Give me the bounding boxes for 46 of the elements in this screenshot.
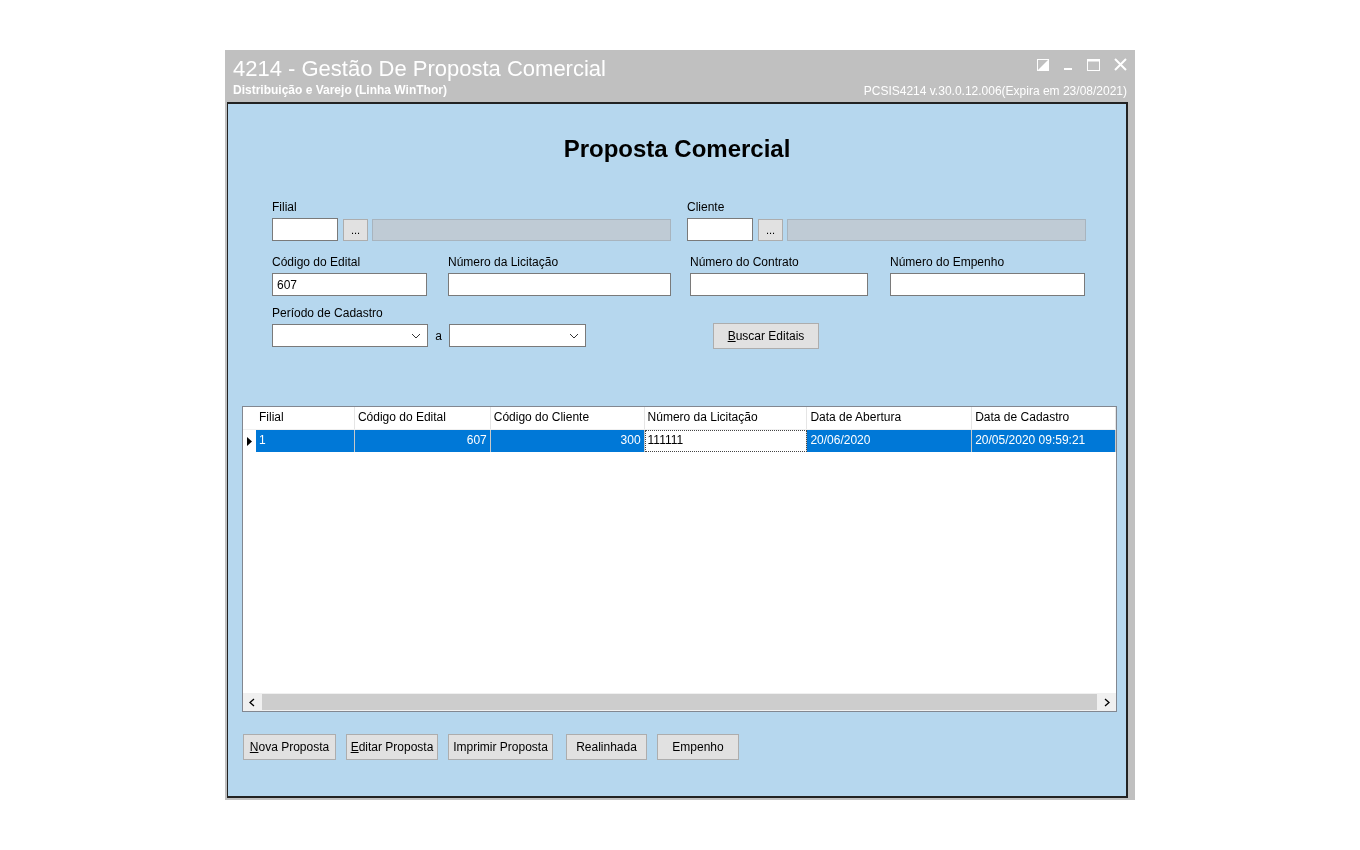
input-field[interactable]: 607: [272, 273, 427, 296]
lookup-button[interactable]: ...: [758, 218, 783, 241]
field-label: Filial: [272, 200, 298, 216]
table-cell: 20/06/2020: [807, 430, 973, 452]
column-header[interactable]: Data de Abertura: [807, 407, 973, 429]
column-header[interactable]: Data de Cadastro: [972, 407, 1116, 429]
action-button[interactable]: Realinhada: [566, 734, 647, 760]
code-input-field[interactable]: [272, 218, 338, 241]
date-dropdown[interactable]: [272, 324, 428, 347]
range-separator: a: [434, 328, 443, 343]
input-field[interactable]: [690, 273, 868, 296]
field-label: Cliente: [687, 200, 726, 216]
field-label: Número do Empenho: [890, 255, 1006, 271]
column-header[interactable]: Código do Edital: [354, 407, 491, 429]
action-button[interactable]: Editar Proposta: [346, 734, 438, 760]
table-cell: 20/05/2020 09:59:21: [972, 430, 1116, 452]
field-label: Número da Licitação: [448, 255, 560, 271]
scroll-left-icon[interactable]: [249, 697, 255, 707]
window-title: 4214 - Gestão De Proposta Comercial: [233, 56, 606, 82]
field-label: Número do Contrato: [690, 255, 800, 271]
action-button[interactable]: Nova Proposta: [243, 734, 336, 760]
field-label: Período de Cadastro: [272, 306, 384, 322]
action-button[interactable]: Imprimir Proposta: [448, 734, 553, 760]
chevron-down-icon: [411, 332, 421, 339]
window-subtitle: Distribuição e Varejo (Linha WinThor): [233, 83, 448, 97]
table-row[interactable]: 1 607 300 111111 20/06/2020 20/05/2020 09:59:21: [243, 430, 1116, 452]
date-dropdown[interactable]: [449, 324, 586, 347]
chevron-down-icon: [569, 332, 579, 339]
code-input-field[interactable]: [687, 218, 753, 241]
field-label: Código do Edital: [272, 255, 362, 271]
table-cell: 607: [354, 430, 491, 452]
scroll-right-icon[interactable]: [1104, 697, 1110, 707]
search-button[interactable]: Buscar Editais: [713, 323, 819, 349]
row-pointer-icon: [247, 436, 252, 446]
table-cell: 1: [256, 430, 355, 452]
lookup-button[interactable]: ...: [343, 218, 368, 241]
input-field[interactable]: [890, 273, 1085, 296]
action-button[interactable]: Empenho: [657, 734, 739, 760]
table-cell: 111111: [644, 430, 808, 452]
column-header[interactable]: Número da Licitação: [644, 407, 808, 429]
column-header[interactable]: Filial: [256, 407, 355, 429]
form-heading: Proposta Comercial: [562, 134, 792, 164]
version-text: PCSIS4214 v.30.0.12.006(Expira em 23/08/2021): [863, 84, 1127, 98]
column-header[interactable]: Código do Cliente: [490, 407, 645, 429]
table-cell: 300: [490, 430, 645, 452]
input-field[interactable]: [448, 273, 671, 296]
